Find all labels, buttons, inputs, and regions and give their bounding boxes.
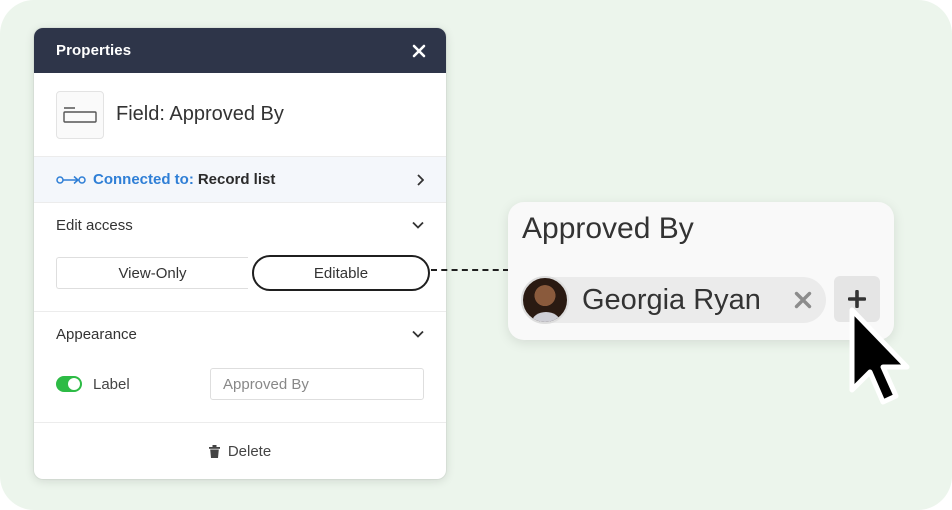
connected-to-row[interactable]: Connected to: Record list [34,157,446,203]
connection-icon [56,174,86,186]
connected-value: Record list [197,171,276,188]
appearance-header[interactable]: Appearance [34,312,446,356]
label-toggle-switch[interactable] [56,376,82,392]
edit-access-header[interactable]: Edit access [34,203,446,247]
properties-panel: Properties Field: Approved By Connected … [34,28,446,479]
edit-access-toggle: View-Only Editable [56,255,430,291]
delete-label: Delete [227,442,272,460]
label-setting-row: Label Approved By [34,356,446,412]
panel-title: Properties [56,42,132,59]
field-summary: Field: Approved By [34,73,446,157]
chevron-down-icon [412,330,424,338]
user-chip-name: Georgia Ryan [582,283,761,316]
remove-icon[interactable] [794,291,812,309]
preview-title: Approved By [522,212,694,245]
edit-access-heading: Edit access [56,216,133,234]
label-input[interactable]: Approved By [210,368,424,400]
panel-header: Properties [34,28,446,73]
editable-option[interactable]: Editable [252,255,430,291]
trash-icon [208,444,220,458]
mouse-pointer-icon [846,302,912,413]
avatar [521,276,569,324]
dashed-connector [431,269,509,271]
view-only-option[interactable]: View-Only [56,257,248,289]
appearance-heading: Appearance [56,325,137,343]
text-field-icon [56,90,104,139]
connected-label: Connected to: [93,171,194,188]
user-chip[interactable]: Georgia Ryan [521,276,826,324]
field-preview-card: Approved By Georgia Ryan [508,202,894,340]
close-icon[interactable] [410,42,428,60]
chevron-down-icon [412,221,424,229]
label-toggle-text: Label [93,375,130,393]
delete-button[interactable]: Delete [34,423,446,479]
chevron-right-icon [416,173,424,186]
field-title: Field: Approved By [116,103,284,125]
